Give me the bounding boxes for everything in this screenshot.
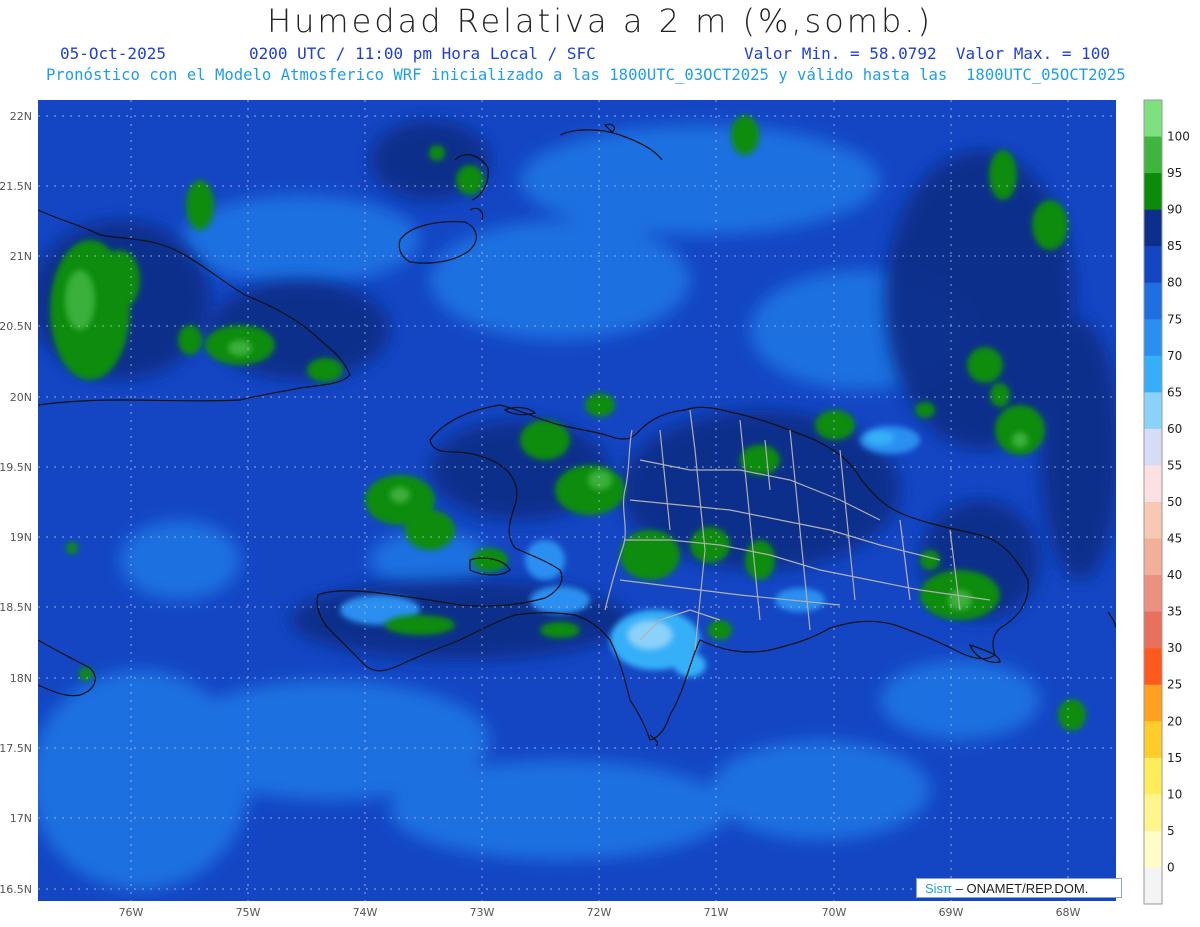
lon-label: 69W [939, 906, 964, 919]
colorbar-swatch [1144, 867, 1162, 905]
colorbar-swatch [1144, 757, 1162, 795]
brand-label: Sisπ [925, 881, 953, 896]
lon-label: 74W [353, 906, 378, 919]
lon-label: 73W [470, 906, 495, 919]
colorbar-label: 5 [1167, 824, 1175, 838]
lat-label: 21.5N [0, 180, 32, 193]
colorbar: 1009590858075706560555045403530252015105… [1143, 99, 1190, 905]
colorbar-label: 100 [1167, 130, 1190, 144]
longitude-axis: 76W 75W 74W 73W 72W 71W 70W 69W 68W [119, 906, 1081, 919]
colorbar-swatch [1144, 648, 1162, 686]
colorbar-swatch [1144, 538, 1162, 576]
lat-label: 18.5N [0, 601, 32, 614]
colorbar-label: 95 [1167, 166, 1182, 180]
colorbar-label: 25 [1167, 678, 1182, 692]
model-description: Pronóstico con el Modelo Atmosferico WRF… [46, 66, 1126, 84]
colorbar-label: 60 [1167, 422, 1182, 436]
colorbar-swatch [1144, 611, 1162, 649]
lon-label: 71W [704, 906, 729, 919]
lat-label: 20N [10, 391, 32, 404]
colorbar-swatch [1144, 319, 1162, 357]
colorbar-swatch [1144, 502, 1162, 540]
colorbar-swatch [1144, 830, 1162, 868]
min-max-values: Valor Min. = 58.0792 Valor Max. = 100 [744, 44, 1111, 63]
colorbar-swatch [1144, 246, 1162, 284]
lon-label: 76W [119, 906, 144, 919]
credit-legend: Sisπ – ONAMET/REP.DOM. [916, 878, 1122, 898]
colorbar-label: 65 [1167, 385, 1182, 399]
colorbar-label: 0 [1167, 860, 1175, 874]
colorbar-label: 85 [1167, 239, 1182, 253]
org-label: – ONAMET/REP.DOM. [952, 881, 1089, 896]
relative-humidity-map: 22N 21.5N 21N 20.5N 20N 19.5N 19N 18.5N … [0, 99, 1190, 919]
colorbar-swatch [1144, 173, 1162, 211]
lat-label: 17N [10, 812, 32, 825]
colorbar-swatch [1144, 428, 1162, 466]
colorbar-label: 90 [1167, 203, 1182, 217]
lat-label: 20.5N [0, 320, 32, 333]
colorbar-label: 80 [1167, 276, 1182, 290]
colorbar-swatch [1144, 465, 1162, 503]
lat-label: 21N [10, 250, 32, 263]
lat-label: 19.5N [0, 461, 32, 474]
colorbar-swatch [1144, 794, 1162, 832]
lat-label: 22N [10, 110, 32, 123]
colorbar-label: 20 [1167, 714, 1182, 728]
colorbar-label: 30 [1167, 641, 1182, 655]
lat-label: 18N [10, 672, 32, 685]
latitude-axis: 22N 21.5N 21N 20.5N 20N 19.5N 19N 18.5N … [0, 110, 32, 896]
lat-label: 19N [10, 531, 32, 544]
map-title: Humedad Relativa a 2 m (%,somb.) [267, 2, 933, 40]
colorbar-swatch [1144, 282, 1162, 320]
colorbar-label: 35 [1167, 605, 1182, 619]
lon-label: 72W [587, 906, 612, 919]
lon-label: 68W [1056, 906, 1081, 919]
forecast-date: 05-Oct-2025 [60, 44, 166, 63]
colorbar-label: 75 [1167, 312, 1182, 326]
humidity-field [38, 100, 1116, 901]
colorbar-swatch [1144, 136, 1162, 174]
colorbar-swatch [1144, 209, 1162, 247]
lon-label: 75W [236, 906, 261, 919]
colorbar-label: 55 [1167, 458, 1182, 472]
colorbar-label: 45 [1167, 532, 1182, 546]
colorbar-label: 70 [1167, 349, 1182, 363]
colorbar-swatch [1144, 392, 1162, 430]
lon-label: 70W [822, 906, 847, 919]
forecast-time: 0200 UTC / 11:00 pm Hora Local / SFC [249, 44, 596, 63]
colorbar-label: 15 [1167, 751, 1182, 765]
colorbar-swatch [1144, 575, 1162, 613]
colorbar-label: 10 [1167, 787, 1182, 801]
colorbar-swatch [1144, 100, 1162, 138]
colorbar-swatch [1144, 355, 1162, 393]
colorbar-swatch [1144, 721, 1162, 759]
lat-label: 16.5N [0, 883, 32, 896]
colorbar-swatch [1144, 684, 1162, 722]
colorbar-label: 50 [1167, 495, 1182, 509]
colorbar-label: 40 [1167, 568, 1182, 582]
lat-label: 17.5N [0, 742, 32, 755]
